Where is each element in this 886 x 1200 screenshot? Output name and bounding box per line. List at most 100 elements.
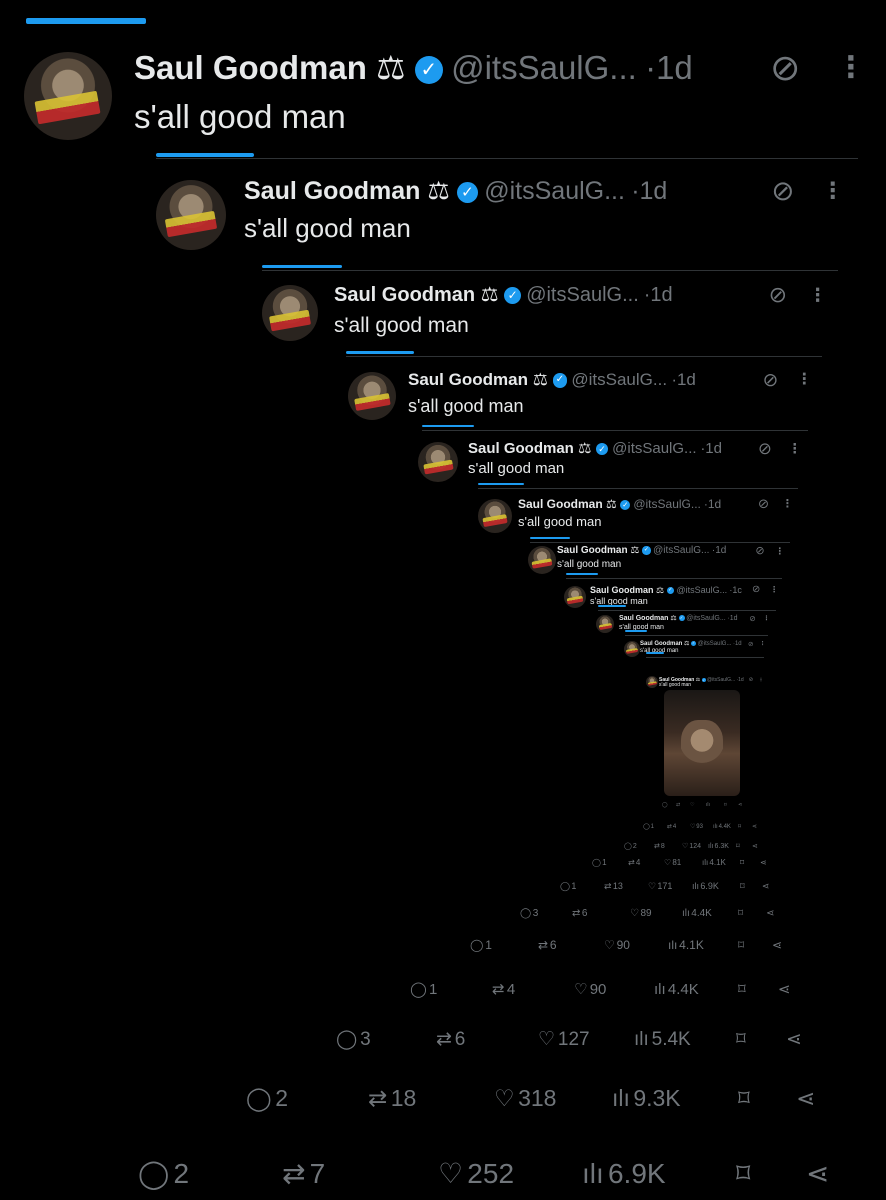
reply-button[interactable]: ◯ 1	[470, 938, 492, 954]
tweet-timestamp[interactable]: ·1d	[704, 497, 721, 511]
like-button[interactable]: ♡ 127	[538, 1028, 590, 1053]
like-button[interactable]: ♡ 93	[690, 824, 703, 832]
embedded-video-thumbnail[interactable]	[664, 690, 740, 796]
slash-circle-icon[interactable]: ⊘	[763, 369, 779, 390]
share-button[interactable]: ⋖	[786, 1028, 802, 1053]
author-name[interactable]: Saul Goodman	[134, 49, 367, 86]
slash-circle-icon[interactable]: ⊘	[770, 48, 800, 88]
slash-circle-icon[interactable]: ⊘	[752, 584, 760, 596]
avatar[interactable]	[262, 285, 318, 341]
author-handle[interactable]: @itsSaulG...	[484, 177, 625, 205]
share-button[interactable]: ⋖	[738, 802, 742, 809]
more-vertical-icon[interactable]: ⋮	[809, 283, 827, 307]
avatar[interactable]	[564, 586, 586, 608]
reply-button[interactable]: ◯ 1	[592, 858, 607, 868]
views-button[interactable]: ılı 4.4K	[654, 980, 699, 1000]
bookmark-button[interactable]: ⌑	[724, 802, 727, 809]
retweet-button[interactable]: ⇄ 18	[368, 1084, 416, 1114]
retweet-button[interactable]: ⇄ 4	[667, 824, 676, 832]
author-name[interactable]: Saul Goodman	[468, 440, 574, 457]
tweet-timestamp[interactable]: ·1d	[736, 677, 743, 683]
share-button[interactable]: ⋖	[762, 881, 770, 893]
share-button[interactable]: ⋖	[766, 907, 774, 920]
retweet-button[interactable]: ⇄ 6	[436, 1028, 465, 1053]
reply-button[interactable]: ◯ 1	[643, 824, 654, 832]
like-button[interactable]: ♡ 171	[648, 881, 672, 893]
author-handle[interactable]: @itsSaulG...	[571, 370, 667, 389]
author-handle[interactable]: @itsSaulG...	[707, 677, 735, 683]
retweet-button[interactable]: ⇄ 13	[604, 881, 623, 893]
slash-circle-icon[interactable]: ⊘	[758, 440, 772, 458]
more-vertical-icon[interactable]: ⋮	[782, 497, 793, 511]
author-name[interactable]: Saul Goodman	[619, 615, 668, 622]
avatar[interactable]	[596, 615, 614, 633]
avatar[interactable]	[418, 442, 458, 482]
like-button[interactable]: ♡ 81	[664, 858, 681, 868]
tweet-timestamp[interactable]: ·1d	[712, 545, 726, 556]
more-vertical-icon[interactable]: ⋮	[775, 545, 784, 557]
retweet-button[interactable]: ⇄ 8	[654, 842, 665, 851]
share-button[interactable]: ⋖	[772, 938, 782, 954]
tweet-timestamp[interactable]: ·1d	[645, 49, 693, 86]
bookmark-button[interactable]: ⌑	[738, 824, 741, 832]
like-button[interactable]: ♡ 318	[494, 1084, 556, 1114]
author-handle[interactable]: @itsSaulG...	[451, 49, 637, 86]
bookmark-button[interactable]: ⌑	[738, 907, 743, 920]
bookmark-button[interactable]: ⌑	[740, 881, 745, 893]
bookmark-button[interactable]: ⌑	[736, 1156, 750, 1192]
reply-button[interactable]: ◯ 1	[410, 980, 437, 1000]
more-vertical-icon[interactable]: ⋮	[836, 48, 866, 88]
like-button[interactable]: ♡ 90	[574, 980, 606, 1000]
views-button[interactable]: ılı	[706, 802, 711, 809]
more-vertical-icon[interactable]: ⋮	[763, 615, 769, 623]
reply-button[interactable]: ◯ 2	[138, 1156, 189, 1192]
author-handle[interactable]: @itsSaulG...	[526, 284, 639, 306]
like-button[interactable]: ♡ 252	[438, 1156, 514, 1192]
author-handle[interactable]: @itsSaulG...	[653, 545, 709, 556]
author-handle[interactable]: @itsSaulG...	[698, 641, 732, 647]
slash-circle-icon[interactable]: ⊘	[771, 176, 794, 206]
slash-circle-icon[interactable]: ⊘	[755, 545, 764, 557]
share-button[interactable]: ⋖	[760, 858, 767, 868]
views-button[interactable]: ılı 6.3K	[708, 842, 729, 851]
more-vertical-icon[interactable]: ⋮	[760, 641, 765, 648]
share-button[interactable]: ⋖	[778, 980, 791, 1000]
like-button[interactable]: ♡ 124	[682, 842, 701, 851]
bookmark-button[interactable]: ⌑	[736, 842, 740, 851]
share-button[interactable]: ⋖	[796, 1084, 815, 1114]
retweet-button[interactable]: ⇄	[676, 802, 681, 809]
avatar[interactable]	[528, 546, 556, 574]
like-button[interactable]: ♡ 90	[604, 938, 630, 954]
retweet-button[interactable]: ⇄ 6	[572, 907, 587, 920]
tweet-timestamp[interactable]: ·1d	[671, 370, 696, 389]
reply-button[interactable]: ◯ 3	[520, 907, 538, 920]
like-button[interactable]: ♡ 89	[630, 907, 652, 920]
retweet-button[interactable]: ⇄ 4	[628, 858, 640, 868]
tweet-timestamp[interactable]: ·1d	[644, 284, 673, 306]
retweet-button[interactable]: ⇄ 4	[492, 980, 515, 1000]
views-button[interactable]: ılı 4.1K	[668, 938, 704, 954]
author-handle[interactable]: @itsSaulG...	[612, 440, 696, 457]
more-vertical-icon[interactable]: ⋮	[788, 440, 802, 458]
views-button[interactable]: ılı 4.1K	[702, 858, 726, 868]
reply-button[interactable]: ◯ 2	[246, 1084, 288, 1114]
bookmark-button[interactable]: ⌑	[738, 1084, 750, 1114]
tweet-timestamp[interactable]: ·1d	[733, 641, 742, 647]
avatar[interactable]	[646, 676, 658, 688]
avatar[interactable]	[478, 499, 512, 533]
tweet-timestamp[interactable]: ·1d	[700, 440, 722, 457]
more-vertical-icon[interactable]: ⋮	[770, 585, 778, 596]
author-name[interactable]: Saul Goodman	[557, 545, 628, 556]
avatar[interactable]	[156, 180, 226, 250]
slash-circle-icon[interactable]: ⊘	[749, 614, 755, 623]
share-button[interactable]: ⋖	[806, 1156, 829, 1192]
views-button[interactable]: ılı 4.4K	[682, 907, 712, 920]
bookmark-button[interactable]: ⌑	[740, 858, 744, 868]
bookmark-button[interactable]: ⌑	[736, 1028, 746, 1053]
reply-button[interactable]: ◯ 1	[560, 881, 576, 893]
more-vertical-icon[interactable]: ⋮	[821, 176, 844, 206]
views-button[interactable]: ılı 6.9K	[582, 1156, 666, 1192]
views-button[interactable]: ılı 6.9K	[692, 881, 719, 893]
bookmark-button[interactable]: ⌑	[738, 980, 746, 1000]
avatar[interactable]	[24, 52, 112, 140]
